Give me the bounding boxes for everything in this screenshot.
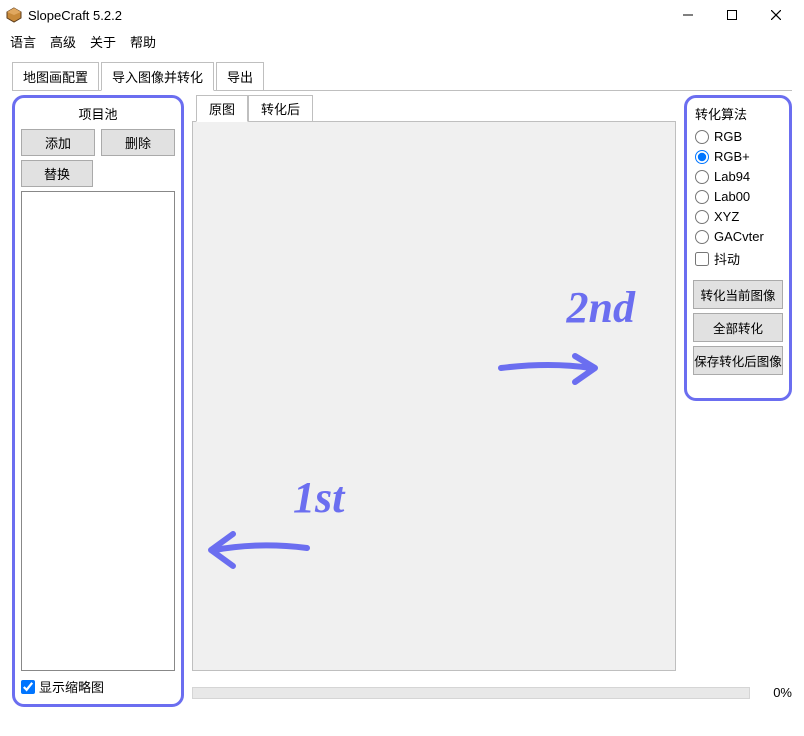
show-thumbnail-input[interactable] (21, 680, 35, 694)
menu-about[interactable]: 关于 (90, 32, 116, 51)
menu-language[interactable]: 语言 (10, 32, 36, 51)
radio-rgb[interactable]: RGB (695, 129, 783, 144)
save-converted-button[interactable]: 保存转化后图像 (693, 346, 783, 375)
menu-advanced[interactable]: 高级 (50, 32, 76, 51)
project-listbox[interactable] (21, 191, 175, 671)
replace-button[interactable]: 替换 (21, 160, 93, 187)
delete-button[interactable]: 删除 (101, 129, 175, 156)
menu-help[interactable]: 帮助 (130, 32, 156, 51)
convert-current-button[interactable]: 转化当前图像 (693, 280, 783, 309)
radio-lab94[interactable]: Lab94 (695, 169, 783, 184)
maximize-button[interactable] (710, 0, 754, 30)
annotation-first: 1st (293, 472, 344, 523)
algorithm-title: 转化算法 (693, 104, 783, 123)
tab-export[interactable]: 导出 (216, 62, 264, 90)
progress-percent: 0% (756, 685, 792, 700)
tab-map-config[interactable]: 地图画配置 (12, 62, 99, 90)
image-canvas: 2nd 1st (192, 121, 676, 671)
add-button[interactable]: 添加 (21, 129, 95, 156)
radio-lab00[interactable]: Lab00 (695, 189, 783, 204)
minimize-button[interactable] (666, 0, 710, 30)
app-icon (6, 7, 22, 23)
project-pool-panel: 项目池 添加 删除 替换 显示缩略图 (12, 95, 184, 707)
window-title: SlopeCraft 5.2.2 (28, 8, 666, 23)
project-pool-title: 项目池 (21, 102, 175, 129)
tab-converted[interactable]: 转化后 (248, 95, 313, 122)
annotation-second-arrow-icon (495, 348, 605, 392)
radio-gacvter[interactable]: GACvter (695, 229, 783, 244)
close-button[interactable] (754, 0, 798, 30)
annotation-second: 2nd (567, 282, 635, 333)
show-thumbnail-label: 显示缩略图 (39, 677, 104, 696)
dither-checkbox[interactable]: 抖动 (695, 249, 783, 268)
progress-bar (192, 687, 750, 699)
tab-original[interactable]: 原图 (196, 95, 248, 122)
show-thumbnail-checkbox[interactable]: 显示缩略图 (21, 677, 175, 696)
convert-all-button[interactable]: 全部转化 (693, 313, 783, 342)
tab-import-convert[interactable]: 导入图像并转化 (101, 62, 214, 91)
radio-rgb-plus[interactable]: RGB+ (695, 149, 783, 164)
conversion-algorithm-panel: 转化算法 RGB RGB+ Lab94 Lab00 XYZ GACvter 抖动… (684, 95, 792, 401)
annotation-first-arrow-icon (203, 526, 313, 576)
radio-xyz[interactable]: XYZ (695, 209, 783, 224)
